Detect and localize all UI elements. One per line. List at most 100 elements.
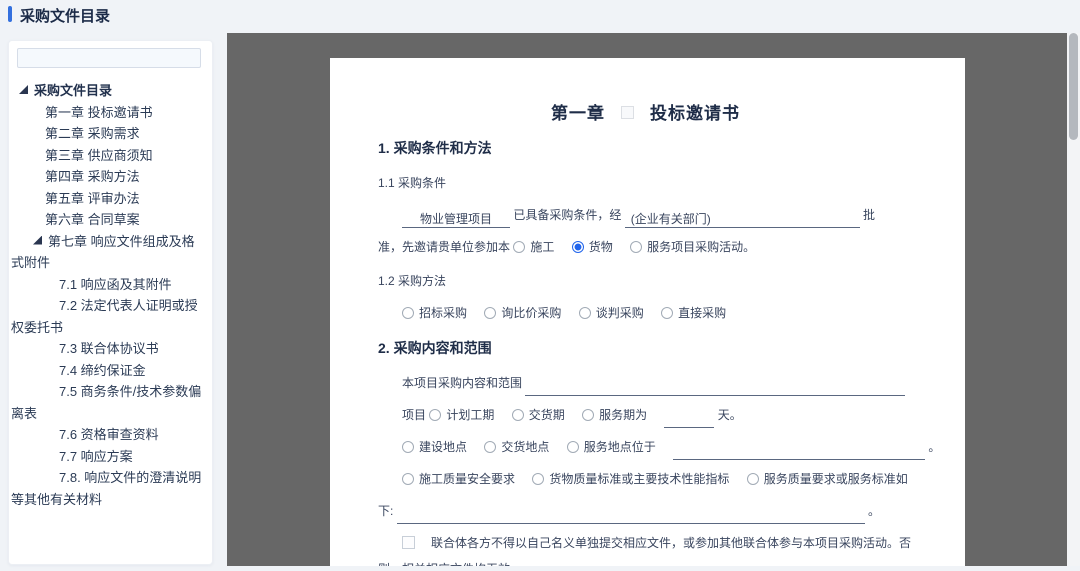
radio-label: 谈判采购 [596, 306, 644, 320]
tree-item-label: 第三章 供应商须知 [45, 148, 153, 163]
blank-scope [525, 378, 905, 396]
radio-label: 服务质量要求或服务标准如 [764, 472, 908, 486]
location-line: 建设地点 交货地点 服务地点位于 。 [378, 434, 913, 460]
radio-label: 服务地点位于 [584, 440, 656, 454]
catalog-search-input[interactable] [17, 48, 201, 68]
para-text: 批 [863, 208, 875, 222]
blank-quality [397, 506, 865, 524]
radio-checked-icon [572, 241, 584, 253]
section-2-heading: 2. 采购内容和范围 [378, 340, 913, 357]
radio-unchecked-icon [747, 473, 759, 485]
period-line: 项目 计划工期 交货期 服务期为 天。 [378, 402, 913, 428]
scrollbar-track[interactable] [1067, 33, 1080, 566]
radio-label: 交货地点 [501, 440, 549, 454]
section-1-heading: 1. 采购条件和方法 [378, 140, 913, 157]
radio-unchecked-icon [402, 473, 414, 485]
tree-item-7-3[interactable]: 7.3 联合体协议书 [11, 338, 204, 360]
document-title-chapter: 第一章 [551, 104, 605, 123]
tree-item-7-5[interactable]: 7.5 商务条件/技术参数偏离表 [11, 381, 204, 424]
tree-item-label: 7.2 法定代表人证明或授权委托书 [11, 298, 198, 335]
tree-item-chapter-7[interactable]: 第七章 响应文件组成及格式附件 [11, 231, 204, 274]
radio-option-service[interactable]: 服务项目采购活动。 [630, 240, 755, 254]
quality-line-1: 施工质量安全要求 货物质量标准或主要技术性能指标 服务质量要求或服务标准如 [378, 466, 913, 492]
tree-item-label: 7.4 缔约保证金 [59, 363, 146, 378]
radio-option-delivery-period[interactable]: 交货期 [512, 408, 565, 422]
radio-unchecked-icon [484, 307, 496, 319]
page-header: 采购文件目录 [0, 0, 1080, 30]
radio-unchecked-icon [484, 441, 496, 453]
tree-item-chapter-6[interactable]: 第六章 合同草案 [11, 209, 204, 231]
location-suffix: 。 [928, 440, 940, 454]
tree-item-label: 第二章 采购需求 [45, 126, 140, 141]
tree-root-label: 采购文件目录 [34, 83, 112, 98]
blank-location [673, 442, 925, 460]
tree-item-chapter-4[interactable]: 第四章 采购方法 [11, 166, 204, 188]
para-conditions-line-1: 物业管理项目 已具备采购条件，经 (企业有关部门) 批 [378, 202, 913, 228]
tree-item-label: 7.6 资格审查资料 [59, 427, 159, 442]
tree-item-label: 7.7 响应方案 [59, 449, 133, 464]
period-suffix: 天。 [718, 408, 742, 422]
para-text: 已具备采购条件，经 [513, 208, 621, 222]
radio-option-goods-quality[interactable]: 货物质量标准或主要技术性能指标 [532, 472, 729, 486]
catalog-tree: 采购文件目录 第一章 投标邀请书 第二章 采购需求 第三章 供应商须知 第四章 … [9, 80, 212, 520]
consortium-text: 联合体各方不得以自己名义单独提交相应文件，或参加其他联合体参与本项目采购活动。否… [378, 536, 911, 566]
tree-item-chapter-3[interactable]: 第三章 供应商须知 [11, 145, 204, 167]
scrollbar-thumb[interactable] [1069, 33, 1078, 140]
tree-item-7-6[interactable]: 7.6 资格审查资料 [11, 424, 204, 446]
radio-option-direct[interactable]: 直接采购 [661, 306, 726, 320]
radio-label: 询比价采购 [501, 306, 561, 320]
radio-unchecked-icon [661, 307, 673, 319]
radio-unchecked-icon [513, 241, 525, 253]
tree-item-7-8[interactable]: 7.8. 响应文件的澄清说明等其他有关材料 [11, 467, 204, 510]
radio-option-service-period[interactable]: 服务期为 [582, 408, 647, 422]
caret-expanded-icon[interactable] [33, 236, 42, 245]
radio-option-planned-duration[interactable]: 计划工期 [429, 408, 494, 422]
radio-unchecked-icon [582, 409, 594, 421]
tree-item-chapter-2[interactable]: 第二章 采购需求 [11, 123, 204, 145]
radio-option-negotiation[interactable]: 谈判采购 [579, 306, 644, 320]
radio-option-construction-site[interactable]: 建设地点 [402, 440, 467, 454]
tree-item-7-7[interactable]: 7.7 响应方案 [11, 446, 204, 468]
catalog-sidebar: 采购文件目录 第一章 投标邀请书 第二章 采购需求 第三章 供应商须知 第四章 … [8, 40, 213, 565]
radio-label: 货物 [589, 240, 613, 254]
radio-label: 建设地点 [419, 440, 467, 454]
tree-item-label: 第四章 采购方法 [45, 169, 140, 184]
radio-label: 招标采购 [419, 306, 467, 320]
tree-item-label: 第一章 投标邀请书 [45, 105, 153, 120]
para-text: 准，先邀请贵单位参加本 [378, 240, 510, 254]
radio-label: 服务期为 [599, 408, 647, 422]
caret-expanded-icon[interactable] [19, 85, 28, 94]
radio-option-goods[interactable]: 货物 [572, 240, 613, 254]
radio-unchecked-icon [402, 441, 414, 453]
document-title: 第一章投标邀请书 [378, 102, 913, 126]
radio-option-service-site[interactable]: 服务地点位于 [567, 440, 656, 454]
para-conditions-line-2: 准，先邀请贵单位参加本 施工 货物 服务项目采购活动。 [378, 234, 913, 260]
radio-label: 货物质量标准或主要技术性能指标 [549, 472, 729, 486]
page-title: 采购文件目录 [20, 5, 110, 26]
radio-unchecked-icon [532, 473, 544, 485]
radio-option-construction-quality[interactable]: 施工质量安全要求 [402, 472, 515, 486]
tree-item-7-2[interactable]: 7.2 法定代表人证明或授权委托书 [11, 295, 204, 338]
tree-item-label: 7.5 商务条件/技术参数偏离表 [11, 384, 201, 421]
radio-option-delivery-site[interactable]: 交货地点 [484, 440, 549, 454]
radio-option-service-quality[interactable]: 服务质量要求或服务标准如 [747, 472, 908, 486]
period-prefix: 项目 [402, 408, 426, 422]
radio-unchecked-icon [579, 307, 591, 319]
tree-item-7-4[interactable]: 7.4 缔约保证金 [11, 360, 204, 382]
document-viewer: 第一章投标邀请书 1. 采购条件和方法 1.1 采购条件 物业管理项目 已具备采… [227, 33, 1067, 566]
radio-option-inquiry[interactable]: 询比价采购 [484, 306, 561, 320]
radio-option-bidding[interactable]: 招标采购 [402, 306, 467, 320]
item-1-1-label: 1.1 采购条件 [378, 170, 913, 196]
checkbox-unchecked-icon[interactable] [402, 536, 415, 549]
radio-label: 施工质量安全要求 [419, 472, 515, 486]
radio-label: 施工 [530, 240, 554, 254]
tree-item-7-1[interactable]: 7.1 响应函及其附件 [11, 274, 204, 296]
tree-item-chapter-1[interactable]: 第一章 投标邀请书 [11, 102, 204, 124]
tree-item-chapter-5[interactable]: 第五章 评审办法 [11, 188, 204, 210]
radio-unchecked-icon [567, 441, 579, 453]
header-accent-bar [8, 6, 12, 22]
blank-project-name: 物业管理项目 [402, 210, 510, 228]
title-placeholder-box [621, 106, 634, 119]
radio-option-construction[interactable]: 施工 [513, 240, 554, 254]
tree-root-item[interactable]: 采购文件目录 [11, 80, 204, 102]
